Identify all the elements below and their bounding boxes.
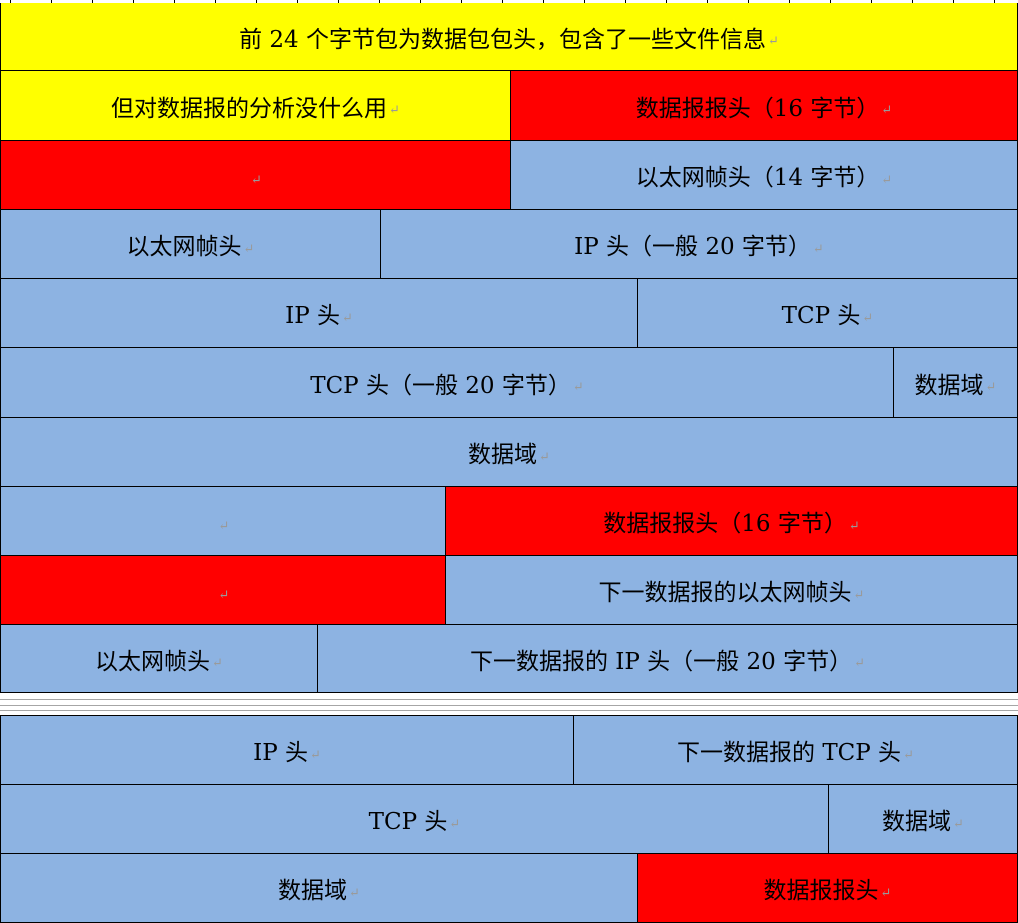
table-cell: 数据域 ↵ — [0, 418, 1018, 487]
table-cell: 以太网帧头（14 字节） ↵ — [511, 141, 1018, 210]
separator-line — [0, 699, 1018, 700]
table-row: 数据域 ↵ 数据报报头 ↵ — [0, 854, 1018, 923]
table-cell: 以太网帧头 ↵ — [0, 625, 318, 693]
table-cell: 数据报报头（16 字节） ↵ — [511, 71, 1018, 141]
table-cell: 前 24 个字节包为数据包包头，包含了一些文件信息 ↵ — [0, 3, 1018, 71]
table-cell: ↵ — [0, 487, 446, 556]
table-cell: IP 头 ↵ — [0, 279, 638, 348]
table-row: 但对数据报的分析没什么用 ↵ 数据报报头（16 字节） ↵ — [0, 71, 1018, 141]
separator-line — [0, 705, 1018, 706]
table-row: 以太网帧头 ↵ 下一数据报的 IP 头（一般 20 字节） ↵ — [0, 625, 1018, 693]
table-cell: 下一数据报的以太网帧头 ↵ — [446, 556, 1018, 625]
table-row: IP 头 ↵ TCP 头 ↵ — [0, 279, 1018, 348]
table-row: TCP 头 ↵ 数据域 ↵ — [0, 785, 1018, 854]
table-row: 数据域 ↵ — [0, 418, 1018, 487]
separator-line — [0, 710, 1018, 711]
table-cell: 数据域 ↵ — [894, 348, 1018, 418]
table-cell: 但对数据报的分析没什么用 ↵ — [0, 71, 511, 141]
table-row: ↵ 以太网帧头（14 字节） ↵ — [0, 141, 1018, 210]
table-cell: 数据域 ↵ — [829, 785, 1018, 854]
table-row: 以太网帧头 ↵ IP 头（一般 20 字节） ↵ — [0, 210, 1018, 279]
table-cell: 下一数据报的 IP 头（一般 20 字节） ↵ — [318, 625, 1018, 693]
table-cell: TCP 头（一般 20 字节） ↵ — [0, 348, 894, 418]
table-row: IP 头 ↵ 下一数据报的 TCP 头 ↵ — [0, 716, 1018, 785]
table-cell: ↵ — [0, 556, 446, 625]
table-cell: 以太网帧头 ↵ — [0, 210, 381, 279]
table-cell: IP 头（一般 20 字节） ↵ — [381, 210, 1018, 279]
table-cell: ↵ — [0, 141, 511, 210]
table-cell: 数据报报头 ↵ — [638, 854, 1018, 923]
table-row: ↵ 下一数据报的以太网帧头 ↵ — [0, 556, 1018, 625]
table-cell: 数据报报头（16 字节） ↵ — [446, 487, 1018, 556]
table-cell: 下一数据报的 TCP 头 ↵ — [574, 716, 1018, 785]
table-cell: TCP 头 ↵ — [0, 785, 829, 854]
table-cell: TCP 头 ↵ — [638, 279, 1018, 348]
table-row: TCP 头（一般 20 字节） ↵ 数据域 ↵ — [0, 348, 1018, 418]
document-page: 前 24 个字节包为数据包包头，包含了一些文件信息 ↵ 但对数据报的分析没什么用 ↵… — [0, 0, 1018, 923]
page-break-separator — [0, 693, 1018, 716]
table-cell: IP 头 ↵ — [0, 716, 574, 785]
table-row: 前 24 个字节包为数据包包头，包含了一些文件信息 ↵ — [0, 3, 1018, 71]
table-row: ↵ 数据报报头（16 字节） ↵ — [0, 487, 1018, 556]
table-cell: 数据域 ↵ — [0, 854, 638, 923]
